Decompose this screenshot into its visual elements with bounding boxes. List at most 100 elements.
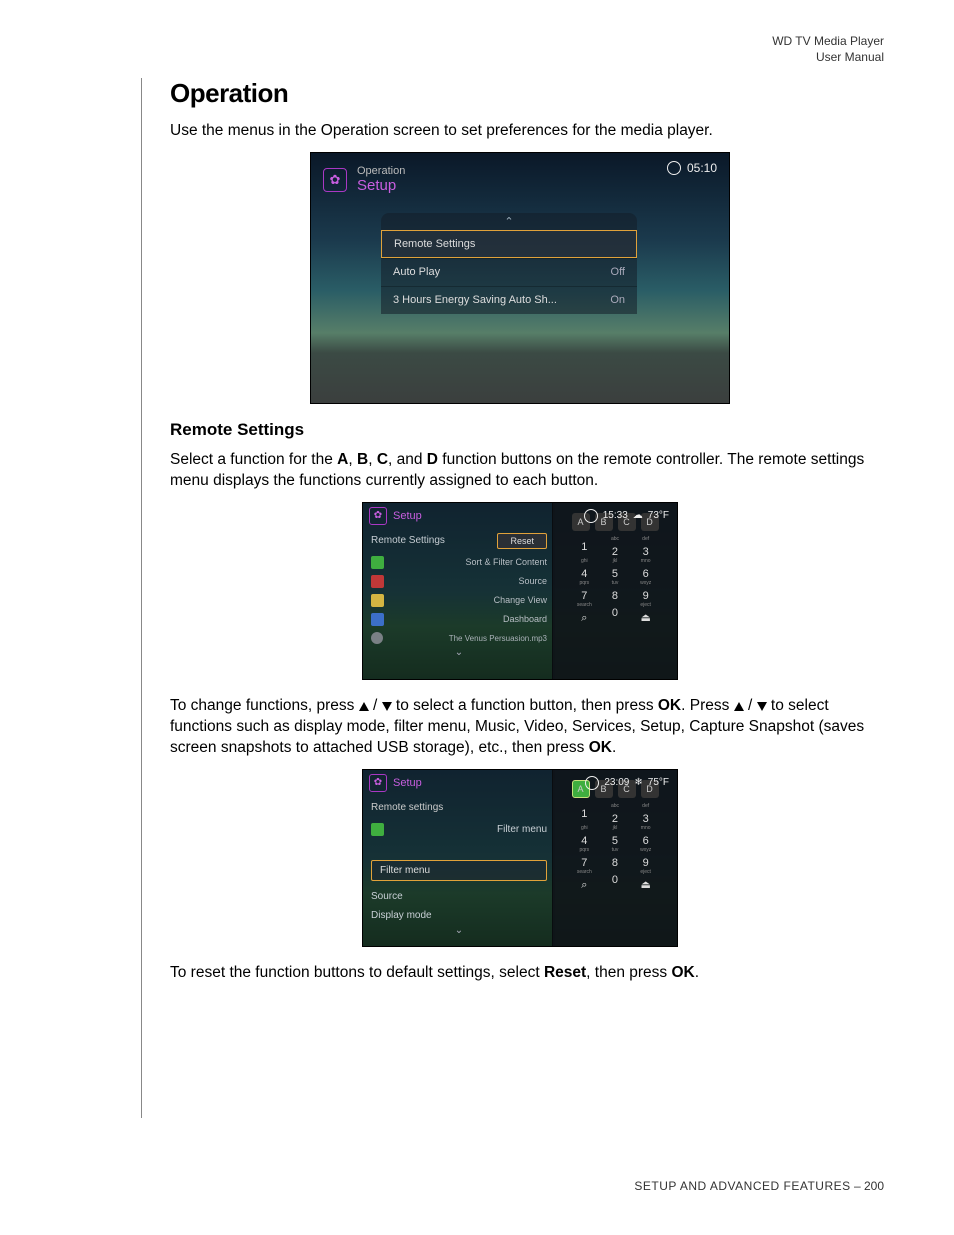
ok-label: OK xyxy=(589,739,612,756)
weather-icon: ❄ xyxy=(634,777,642,788)
page-content: Operation Use the menus in the Operation… xyxy=(170,78,870,993)
fn-row-a[interactable]: Sort & Filter Content xyxy=(363,553,555,572)
right-panel: 23:09 ❄ 75°F A B C D 1abc2def3ghi4jkl5mn… xyxy=(552,770,677,946)
doc-header: WD TV Media Player User Manual xyxy=(772,34,884,65)
clock-icon xyxy=(585,776,599,790)
key-d: D xyxy=(427,451,438,468)
status-bar: 15:33 ☁ 73°F xyxy=(584,509,669,523)
numpad-key[interactable]: ghi4 xyxy=(570,826,599,846)
fn-label: Sort & Filter Content xyxy=(465,557,547,567)
status-bar: 23:09 ❄ 75°F xyxy=(585,776,669,790)
menu-energy-saving[interactable]: 3 Hours Energy Saving Auto Sh... On xyxy=(381,286,637,314)
now-playing-row: The Venus Persuasion.mp3 xyxy=(363,629,555,647)
screen-title: Setup xyxy=(393,510,422,522)
numpad-key[interactable]: mno6 xyxy=(631,826,660,846)
chevron-down-icon: ⌄ xyxy=(363,925,555,936)
doc-product: WD TV Media Player xyxy=(772,34,884,50)
ok-label: OK xyxy=(671,964,694,981)
menu-remote-settings[interactable]: Remote Settings xyxy=(381,230,637,258)
up-arrow-icon xyxy=(359,702,369,711)
panel-header: Remote Settings Reset xyxy=(363,529,555,553)
screen-title: Setup xyxy=(357,177,405,194)
clock-time: 23:09 xyxy=(604,777,629,788)
fn-row-d[interactable]: Dashboard xyxy=(363,610,555,629)
current-key-row: Filter menu xyxy=(363,819,555,840)
down-arrow-icon xyxy=(757,702,767,711)
gear-icon: ✿ xyxy=(369,774,387,792)
chevron-up-icon: ⌃ xyxy=(381,213,637,230)
screen-title: Setup xyxy=(393,777,422,789)
numpad-key[interactable]: wxyz9 xyxy=(631,848,660,868)
key-b: B xyxy=(357,451,368,468)
left-panel: ✿ Setup Remote Settings Reset Sort & Fil… xyxy=(363,503,555,679)
temperature: 73°F xyxy=(648,510,669,521)
down-arrow-icon xyxy=(382,702,392,711)
doc-subtitle: User Manual xyxy=(772,50,884,66)
option-source[interactable]: Source xyxy=(363,887,555,906)
numpad-key[interactable]: 0 xyxy=(601,870,630,890)
change-functions-para: To change functions, press / to select a… xyxy=(170,696,870,759)
key-a: A xyxy=(337,451,348,468)
numpad-key[interactable]: jkl5 xyxy=(601,559,630,579)
now-playing: The Venus Persuasion.mp3 xyxy=(449,632,547,643)
footer-section: SETUP AND ADVANCED FEATURES xyxy=(634,1179,850,1193)
clock: 05:10 xyxy=(667,161,717,175)
numpad-key[interactable]: 1 xyxy=(570,804,599,824)
screenshot-remote-select: ✿ Setup Remote settings Filter menu Filt… xyxy=(362,769,678,947)
option-selected[interactable]: Filter menu xyxy=(371,860,547,881)
fn-label: Dashboard xyxy=(503,614,547,624)
numpad-key[interactable]: def3 xyxy=(631,537,660,557)
menu-auto-play[interactable]: Auto Play Off xyxy=(381,258,637,286)
numpad: 1abc2def3 ghi4jkl5mno6 pqrs7tuv8wxyz9 searc… xyxy=(570,537,660,623)
numpad-key[interactable]: 0 xyxy=(601,603,630,623)
reset-label: Reset xyxy=(544,964,586,981)
menu-value: On xyxy=(610,294,625,306)
button-a-icon xyxy=(371,823,384,836)
reset-para: To reset the function buttons to default… xyxy=(170,963,870,984)
button-a-icon xyxy=(371,556,384,569)
numpad-key[interactable]: abc2 xyxy=(601,537,630,557)
page-footer: SETUP AND ADVANCED FEATURES – 200 xyxy=(634,1179,884,1193)
clock-icon xyxy=(667,161,681,175)
menu-label: 3 Hours Energy Saving Auto Sh... xyxy=(393,294,557,306)
numpad-key[interactable]: pqrs7 xyxy=(570,581,599,601)
numpad-key[interactable]: wxyz9 xyxy=(631,581,660,601)
right-panel: 15:33 ☁ 73°F A B C D 1abc2def3ghi4jkl5mn… xyxy=(552,503,677,679)
fn-label: Source xyxy=(518,576,547,586)
numpad-key[interactable]: eject⏏ xyxy=(631,870,660,890)
numpad: 1abc2def3 ghi4jkl5mno6 pqrs7tuv8wxyz9 searc… xyxy=(570,804,660,890)
up-arrow-icon xyxy=(734,702,744,711)
button-c-icon xyxy=(371,594,384,607)
menu-panel: ⌃ Remote Settings Auto Play Off 3 Hours … xyxy=(381,213,637,314)
numpad-key[interactable]: search⌕ xyxy=(570,870,599,890)
reset-button[interactable]: Reset xyxy=(497,533,547,549)
panel-title: Remote Settings xyxy=(371,535,445,546)
chevron-down-icon: ⌄ xyxy=(363,647,555,658)
screenshot-operation: ✿ Operation Setup 05:10 ⌃ Remote Setting… xyxy=(310,152,730,404)
numpad-key[interactable]: abc2 xyxy=(601,804,630,824)
button-b-icon xyxy=(371,575,384,588)
panel-title: Remote settings xyxy=(363,796,555,819)
fn-row-b[interactable]: Source xyxy=(363,572,555,591)
option-display-mode[interactable]: Display mode xyxy=(363,906,555,925)
menu-label: Remote Settings xyxy=(394,238,475,250)
gear-icon: ✿ xyxy=(323,168,347,192)
fn-row-c[interactable]: Change View xyxy=(363,591,555,610)
numpad-key[interactable]: ghi4 xyxy=(570,559,599,579)
current-value: Filter menu xyxy=(497,824,547,835)
numpad-key[interactable]: jkl5 xyxy=(601,826,630,846)
numpad-key[interactable]: tuv8 xyxy=(601,848,630,868)
numpad-key[interactable]: search⌕ xyxy=(570,603,599,623)
left-panel: ✿ Setup Remote settings Filter menu Filt… xyxy=(363,770,555,946)
breadcrumb: Operation xyxy=(357,165,405,177)
clock-time: 15:33 xyxy=(603,510,628,521)
numpad-key[interactable]: eject⏏ xyxy=(631,603,660,623)
section-intro: Use the menus in the Operation screen to… xyxy=(170,121,870,142)
numpad-key[interactable]: pqrs7 xyxy=(570,848,599,868)
numpad-key[interactable]: 1 xyxy=(570,537,599,557)
remote-intro: Select a function for the A, B, C, and D… xyxy=(170,450,870,492)
clock-icon xyxy=(584,509,598,523)
numpad-key[interactable]: def3 xyxy=(631,804,660,824)
numpad-key[interactable]: mno6 xyxy=(631,559,660,579)
numpad-key[interactable]: tuv8 xyxy=(601,581,630,601)
